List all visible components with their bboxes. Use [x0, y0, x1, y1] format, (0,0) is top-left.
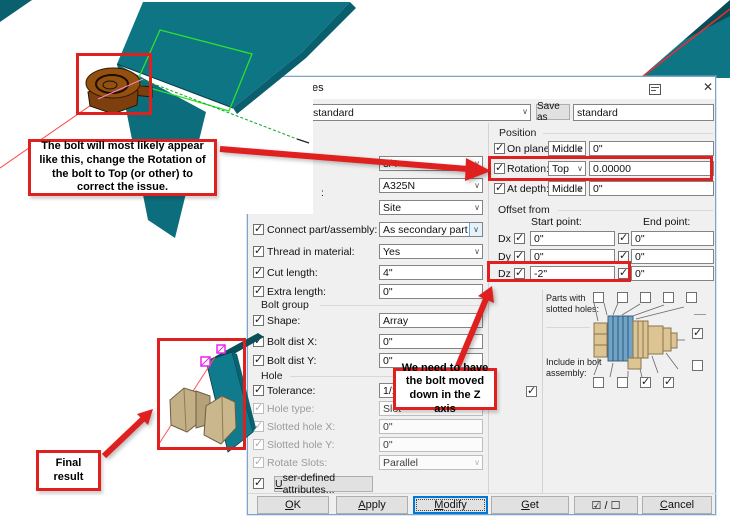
rotate-slots-label: Rotate Slots:	[267, 457, 328, 469]
arrow-final-result	[101, 415, 147, 459]
bolt-3d-view-top	[0, 0, 356, 238]
page: es ✕ standard Save as standard 3/4 : A32…	[0, 0, 730, 529]
on-plane-label: On plane:	[507, 143, 553, 155]
bolt-assembly-diagram	[593, 302, 685, 378]
end-point-header: End point:	[643, 216, 691, 228]
extra-length-checkbox[interactable]	[253, 284, 264, 297]
save-as-button[interactable]: Save as	[536, 101, 570, 123]
at-depth-input[interactable]: 0"	[589, 181, 714, 196]
cancel-button[interactable]: Cancel	[642, 496, 712, 514]
on-plane-input[interactable]: 0"	[589, 141, 714, 156]
note-z-axis: We need to have the bolt moved down in t…	[393, 362, 497, 415]
highlight-box-bolt-top	[76, 53, 152, 115]
start-point-header: Start point:	[531, 216, 582, 228]
modify-button[interactable]: Modify	[413, 496, 488, 514]
parts-panel-divider	[542, 290, 543, 493]
offset-from-header: Offset from	[498, 204, 550, 216]
extra-length-input[interactable]: 0"	[379, 284, 483, 299]
dx-start-input[interactable]: 0"	[530, 231, 615, 246]
cut-length-checkbox[interactable]	[253, 265, 264, 278]
assembly-left-checkbox[interactable]	[526, 384, 537, 397]
dx-label: Dx	[498, 233, 511, 245]
dx-end-checkbox[interactable]	[618, 231, 629, 244]
position-header: Position	[499, 127, 537, 139]
note-final-result: Final result	[36, 450, 101, 491]
dx-end-input[interactable]: 0"	[631, 231, 714, 246]
position-line	[543, 133, 713, 134]
dz-end-input[interactable]: 0"	[631, 266, 714, 281]
note-rotation: The bolt will most likely appear like th…	[28, 139, 217, 196]
plate-fragment-top-right	[640, 0, 730, 78]
dialog-helper-icon[interactable]	[649, 84, 661, 95]
slotted-hole-y-label: Slotted hole Y:	[267, 439, 335, 451]
bolt-group-line	[320, 305, 481, 306]
slotted-hole-x-input[interactable]: 0"	[379, 419, 483, 434]
offset-line	[558, 210, 713, 211]
apply-button[interactable]: Apply	[336, 496, 408, 514]
plate-corner	[0, 0, 32, 22]
dx-start-checkbox[interactable]	[514, 231, 525, 244]
at-depth-label: At depth:	[507, 183, 550, 195]
cut-length-label: Cut length:	[267, 267, 318, 279]
assembly-right-top-checkbox[interactable]	[692, 326, 703, 339]
close-icon[interactable]: ✕	[701, 80, 715, 94]
at-depth-dropdown[interactable]: Middle	[548, 181, 586, 196]
highlight-box-bolt-final	[157, 338, 246, 450]
assembly-right-bottom-checkbox[interactable]	[692, 360, 703, 371]
get-button[interactable]: Get	[491, 496, 569, 514]
slotted-hole-y-input[interactable]: 0"	[379, 437, 483, 452]
highlight-box-dz-field	[487, 261, 631, 282]
on-plane-checkbox[interactable]	[494, 141, 505, 154]
rotate-slots-dropdown[interactable]: Parallel	[379, 455, 483, 470]
slotted-hole-x-label: Slotted hole X:	[267, 421, 336, 433]
save-as-input[interactable]: standard	[573, 104, 714, 121]
assembly-dash	[694, 314, 706, 315]
dy-end-input[interactable]: 0"	[631, 249, 714, 264]
extra-length-label: Extra length:	[267, 286, 326, 298]
bolt-dist-x-input[interactable]: 0"	[379, 334, 483, 349]
bolt-dist-y-label: Bolt dist Y:	[267, 355, 317, 367]
at-depth-checkbox[interactable]	[494, 181, 505, 194]
hole-type-label: Hole type:	[267, 403, 315, 415]
shape-dropdown[interactable]: Array	[379, 313, 483, 328]
uda-checkbox[interactable]	[253, 476, 264, 489]
on-plane-dropdown[interactable]: Middle	[548, 141, 586, 156]
bolt-group-header: Bolt group	[261, 299, 309, 311]
highlight-box-rotation-field	[488, 156, 713, 181]
toggle-all-checkboxes-button[interactable]: ☑ / ☐	[574, 496, 638, 514]
bolt-dist-x-label: Bolt dist X:	[267, 336, 318, 348]
shape-label: Shape:	[267, 315, 301, 327]
user-defined-attributes-button[interactable]: User-defined attributes...	[274, 472, 373, 496]
tolerance-label: Tolerance:	[267, 385, 316, 397]
cut-length-input[interactable]: 4"	[379, 265, 483, 280]
ok-button[interactable]: OK	[257, 496, 329, 514]
